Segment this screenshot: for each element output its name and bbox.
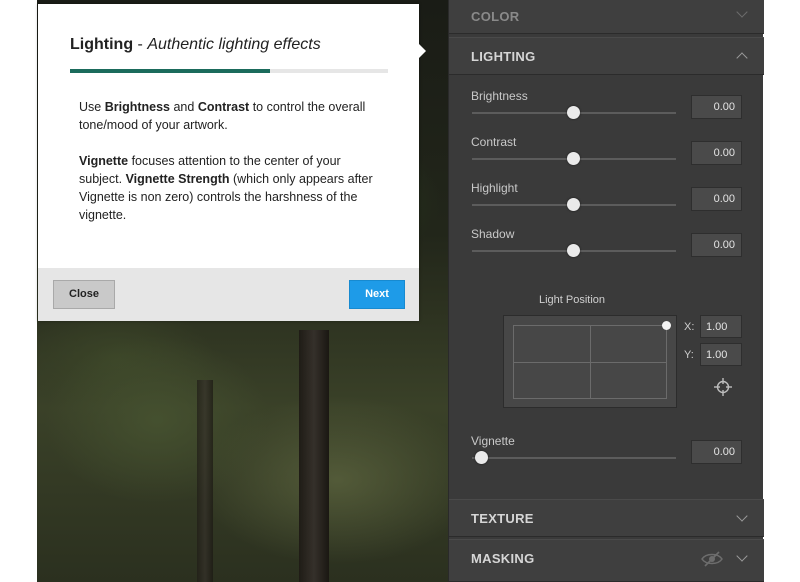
popover-footer: Close Next	[38, 268, 419, 321]
chevron-down-icon	[736, 550, 748, 562]
vignette-slider-handle[interactable]	[475, 451, 488, 464]
brightness-label: Brightness	[471, 89, 528, 103]
brightness-slider-handle[interactable]	[567, 106, 580, 119]
highlight-label: Highlight	[471, 181, 518, 195]
tutorial-progress-bar	[70, 69, 388, 73]
chevron-down-icon	[736, 6, 748, 18]
light-position-grid	[513, 325, 667, 399]
shadow-slider-handle[interactable]	[567, 244, 580, 257]
light-position-pad[interactable]	[503, 315, 677, 408]
next-button[interactable]: Next	[349, 280, 405, 309]
highlight-slider-handle[interactable]	[567, 198, 580, 211]
chevron-down-icon	[736, 510, 748, 522]
tree-trunk	[299, 330, 329, 582]
section-lighting-header[interactable]: LIGHTING	[449, 37, 764, 75]
crosshair-icon[interactable]	[714, 378, 732, 396]
text-run: Use	[79, 100, 105, 114]
popover-title-subtitle: Authentic lighting effects	[147, 36, 321, 53]
section-texture-header[interactable]: TEXTURE	[449, 499, 764, 537]
close-button[interactable]: Close	[53, 280, 115, 309]
shadow-value-input[interactable]: 0.00	[691, 233, 742, 257]
shadow-label: Shadow	[471, 227, 515, 241]
popover-paragraph-2: Vignette focuses attention to the center…	[79, 152, 384, 224]
text-run-bold: Vignette	[79, 154, 129, 168]
right-margin	[763, 0, 800, 582]
section-color-title: COLOR	[471, 9, 520, 24]
tutorial-progress-fill	[70, 69, 271, 73]
tutorial-popover: Lighting - Authentic lighting effects Us…	[38, 4, 426, 321]
app-stage: COLOR LIGHTING Brightness 0.00 Contrast …	[0, 0, 800, 582]
popover-title-bold: Lighting	[70, 36, 134, 53]
eye-slash-icon[interactable]	[701, 551, 723, 567]
grid-divider	[514, 362, 666, 363]
highlight-value-input[interactable]: 0.00	[691, 187, 742, 211]
light-y-label: Y:	[684, 349, 694, 361]
tree-trunk	[197, 380, 213, 582]
section-texture-title: TEXTURE	[471, 511, 534, 526]
chevron-up-icon	[736, 52, 748, 64]
text-run-bold: Brightness	[104, 100, 170, 114]
light-position-handle[interactable]	[662, 321, 671, 330]
vignette-track[interactable]	[472, 457, 676, 459]
vignette-label: Vignette	[471, 434, 515, 448]
light-y-input[interactable]: 1.00	[700, 343, 742, 366]
light-x-label: X:	[684, 321, 695, 333]
text-run-bold: Vignette Strength	[125, 172, 230, 186]
contrast-label: Contrast	[471, 135, 517, 149]
popover-title: Lighting - Authentic lighting effects	[70, 36, 321, 54]
section-masking-title: MASKING	[471, 551, 535, 566]
popover-paragraph-1: Use Brightness and Contrast to control t…	[79, 98, 384, 134]
contrast-slider-handle[interactable]	[567, 152, 580, 165]
popover-title-separator: -	[133, 36, 148, 53]
section-masking-header[interactable]: MASKING	[449, 539, 764, 582]
brightness-value-input[interactable]: 0.00	[691, 95, 742, 119]
left-margin	[0, 0, 37, 582]
section-lighting-title: LIGHTING	[471, 49, 536, 64]
vignette-value-input[interactable]: 0.00	[691, 440, 742, 464]
section-color-header[interactable]: COLOR	[449, 0, 764, 34]
text-run-bold: Contrast	[197, 100, 250, 114]
popover-pointer	[417, 42, 426, 60]
settings-panel: COLOR LIGHTING Brightness 0.00 Contrast …	[448, 0, 764, 582]
light-x-input[interactable]: 1.00	[700, 315, 742, 338]
text-run: and	[170, 100, 198, 114]
contrast-value-input[interactable]: 0.00	[691, 141, 742, 165]
light-position-title: Light Position	[539, 294, 606, 306]
